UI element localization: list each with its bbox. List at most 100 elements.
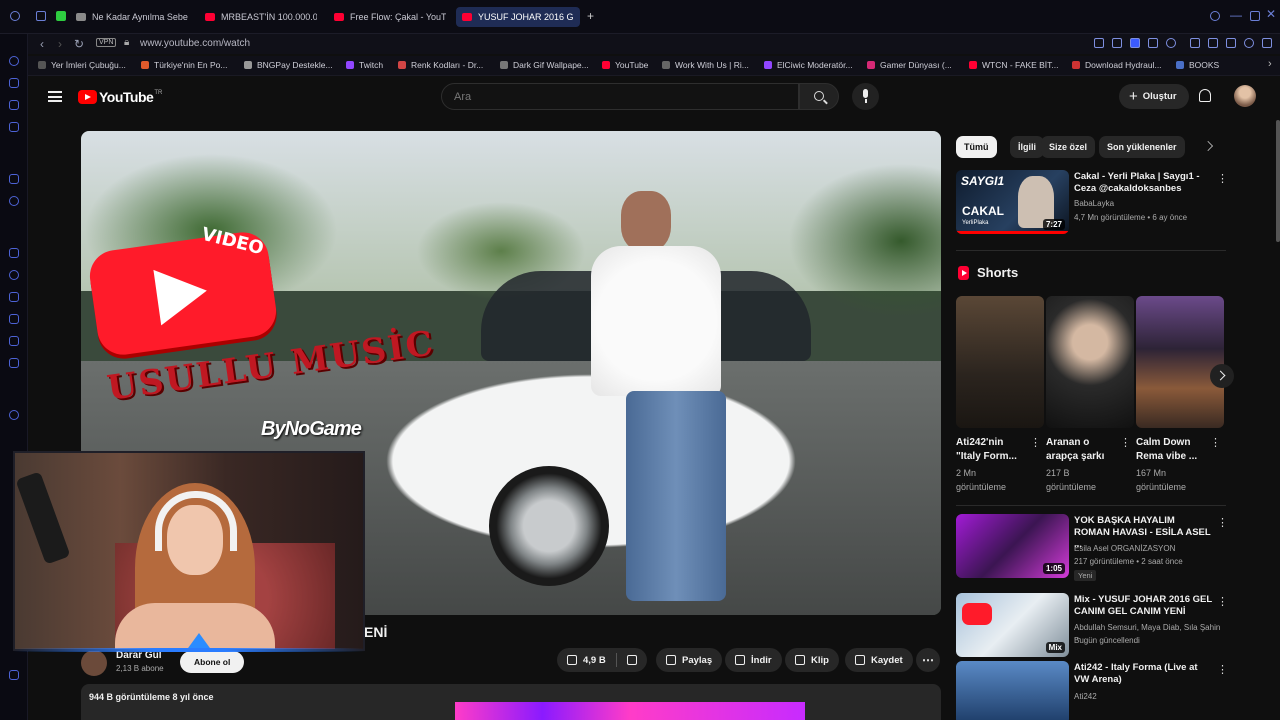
short-thumbnail[interactable] xyxy=(1136,296,1224,428)
more-options-icon[interactable]: ⋮ xyxy=(1217,516,1228,529)
short-thumbnail[interactable] xyxy=(1046,296,1134,428)
more-actions-button[interactable]: ⋯ xyxy=(916,648,940,672)
like-icon[interactable] xyxy=(567,655,577,665)
download-button[interactable]: İndir xyxy=(725,648,782,672)
play-icon[interactable] xyxy=(1148,38,1158,48)
more-options-icon[interactable]: ⋮ xyxy=(1217,172,1228,185)
bookmark-item[interactable]: WTCN - FAKE BİT... xyxy=(969,60,1059,70)
voice-search-icon[interactable] xyxy=(852,83,879,110)
sidebar-chatgpt-icon[interactable] xyxy=(9,196,19,206)
hamburger-menu-icon[interactable] xyxy=(48,91,62,102)
channel-name[interactable]: Esila Asel ORGANİZASYON xyxy=(1074,544,1175,553)
channel-name[interactable]: BabaLayka xyxy=(1074,199,1114,208)
more-options-icon[interactable]: ⋮ xyxy=(1210,436,1221,449)
bookmarks-overflow-icon[interactable]: › xyxy=(1268,58,1272,70)
like-count[interactable]: 4,9 B xyxy=(583,655,606,666)
short-item[interactable]: Aranan o arapça şarkı 217 B görüntüleme … xyxy=(1046,296,1134,494)
bookmark-item[interactable]: ElCiwic Moderatör... xyxy=(764,60,853,70)
video-title[interactable]: Ati242 - Italy Forma (Live at VW Arena) xyxy=(1074,662,1212,686)
browser-menu-icon[interactable] xyxy=(10,11,20,21)
browser-tab-active[interactable]: YUSUF JOHAR 2016 G xyxy=(456,7,580,27)
extension-1-icon[interactable] xyxy=(1190,38,1200,48)
shorts-next-icon[interactable] xyxy=(1210,364,1234,388)
bookmark-item[interactable]: BOOKS xyxy=(1176,60,1219,70)
video-title[interactable]: Cakal - Yerli Plaka | Saygı1 - Ceza @cak… xyxy=(1074,171,1212,195)
bookmark-item[interactable]: Download Hydraul... xyxy=(1072,60,1162,70)
bookmark-item[interactable]: Renk Kodları - Dr... xyxy=(398,60,483,70)
related-video[interactable]: SAYGI1 CAKAL YerliPlaka 7:27 Cakal - Yer… xyxy=(956,170,1228,236)
video-thumbnail[interactable]: SAYGI1 CAKAL YerliPlaka 7:27 xyxy=(956,170,1069,234)
chips-next-icon[interactable] xyxy=(1203,141,1213,151)
tab-manager-icon[interactable] xyxy=(36,11,46,21)
sidebar-wallet-icon[interactable] xyxy=(9,100,19,110)
search-tabs-icon[interactable] xyxy=(1210,11,1220,21)
favorite-icon[interactable] xyxy=(1166,38,1176,48)
video-title[interactable]: Mix - YUSUF JOHAR 2016 GEL CANIM GEL CAN… xyxy=(1074,594,1212,618)
browser-tab-1[interactable]: Ne Kadar Aynılma Sebebi xyxy=(76,7,188,27)
share-page-icon[interactable] xyxy=(1094,38,1104,48)
sidebar-discord-icon[interactable] xyxy=(9,358,19,368)
share-button[interactable]: Paylaş xyxy=(656,648,723,672)
channel-name[interactable]: Ati242 xyxy=(1074,692,1097,701)
url-field[interactable]: www.youtube.com/watch xyxy=(140,38,250,49)
snapshot-icon[interactable] xyxy=(1112,38,1122,48)
new-tab-icon[interactable]: + xyxy=(587,9,594,23)
lock-icon[interactable]: 🔒︎ xyxy=(124,37,129,48)
related-video[interactable]: Mix Mix - YUSUF JOHAR 2016 GEL CANIM GEL… xyxy=(956,593,1228,659)
chip-related[interactable]: İlgili xyxy=(1010,136,1044,158)
volume-icon[interactable] xyxy=(1208,38,1218,48)
profile-icon[interactable] xyxy=(1244,38,1254,48)
more-options-icon[interactable]: ⋮ xyxy=(1217,595,1228,608)
bookmark-item[interactable]: Twitch xyxy=(346,60,383,70)
bookmark-item[interactable]: BNGPay Destekle... xyxy=(244,60,333,70)
short-item[interactable]: Ati242'nin "Italy Form... 2 Mn görüntüle… xyxy=(956,296,1044,494)
bookmark-item[interactable]: Türkiye'nin En Po... xyxy=(141,60,227,70)
kick-icon[interactable] xyxy=(56,11,66,21)
notifications-bell-icon[interactable] xyxy=(1199,89,1211,102)
short-item[interactable]: Calm Down Rema vibe ... 167 Mn görüntüle… xyxy=(1136,296,1224,494)
video-thumbnail[interactable] xyxy=(956,661,1069,720)
more-options-icon[interactable]: ⋮ xyxy=(1030,436,1041,449)
sidebar-twitch-icon[interactable] xyxy=(9,248,19,258)
subscribe-button[interactable]: Abone ol xyxy=(180,651,245,673)
sidebar-aria-icon[interactable] xyxy=(9,174,19,184)
related-video[interactable]: Ati242 - Italy Forma (Live at VW Arena) … xyxy=(956,661,1228,720)
sidebar-news-icon[interactable] xyxy=(9,122,19,132)
chip-all[interactable]: Tümü xyxy=(956,136,997,158)
menu-icon[interactable] xyxy=(1262,38,1272,48)
video-thumbnail[interactable]: Mix xyxy=(956,593,1069,657)
account-avatar[interactable] xyxy=(1234,85,1256,107)
sidebar-gx-icon[interactable] xyxy=(9,670,19,680)
extensions-icon[interactable] xyxy=(1226,38,1236,48)
minimize-icon[interactable]: — xyxy=(1230,8,1242,22)
search-input[interactable] xyxy=(442,84,782,109)
browser-tab-3[interactable]: Free Flow: Çakal - YouTu xyxy=(334,7,446,27)
sidebar-messenger-icon[interactable] xyxy=(9,78,19,88)
chip-recent[interactable]: Son yüklenenler xyxy=(1099,136,1185,158)
close-window-icon[interactable]: ✕ xyxy=(1266,7,1276,21)
sidebar-x-icon[interactable] xyxy=(9,336,19,346)
short-thumbnail[interactable] xyxy=(956,296,1044,428)
back-icon[interactable]: ‹ xyxy=(40,37,44,51)
sidebar-history-icon[interactable] xyxy=(9,56,19,66)
short-title[interactable]: Calm Down Rema vibe ... xyxy=(1136,436,1208,464)
bookmark-item[interactable]: YouTube xyxy=(602,60,648,70)
forward-icon[interactable]: › xyxy=(58,37,62,51)
related-video[interactable]: 1:05 YOK BAŞKA HAYALIM ROMAN HAVASI - ES… xyxy=(956,514,1228,582)
bookmark-item[interactable]: Gamer Dünyası (... xyxy=(867,60,952,70)
channel-avatar[interactable] xyxy=(81,650,107,676)
chip-for-you[interactable]: Size özel xyxy=(1041,136,1096,158)
more-options-icon[interactable]: ⋮ xyxy=(1120,436,1131,449)
short-title[interactable]: Ati242'nin "Italy Form... xyxy=(956,436,1028,464)
more-options-icon[interactable]: ⋮ xyxy=(1217,663,1228,676)
bookmark-item[interactable]: Work With Us | Ri... xyxy=(662,60,749,70)
video-thumbnail[interactable]: 1:05 xyxy=(956,514,1069,578)
vpn-badge[interactable]: VPN xyxy=(96,38,117,47)
sidebar-instagram-icon[interactable] xyxy=(9,292,19,302)
reload-icon[interactable]: ↻ xyxy=(74,37,84,51)
clip-button[interactable]: Klip xyxy=(785,648,839,672)
bookmark-item[interactable]: Dark Gif Wallpape... xyxy=(500,60,589,70)
browser-tab-2[interactable]: MRBEAST'İN 100.000.00 xyxy=(205,7,317,27)
maximize-icon[interactable] xyxy=(1250,11,1260,21)
search-button[interactable] xyxy=(799,83,839,110)
